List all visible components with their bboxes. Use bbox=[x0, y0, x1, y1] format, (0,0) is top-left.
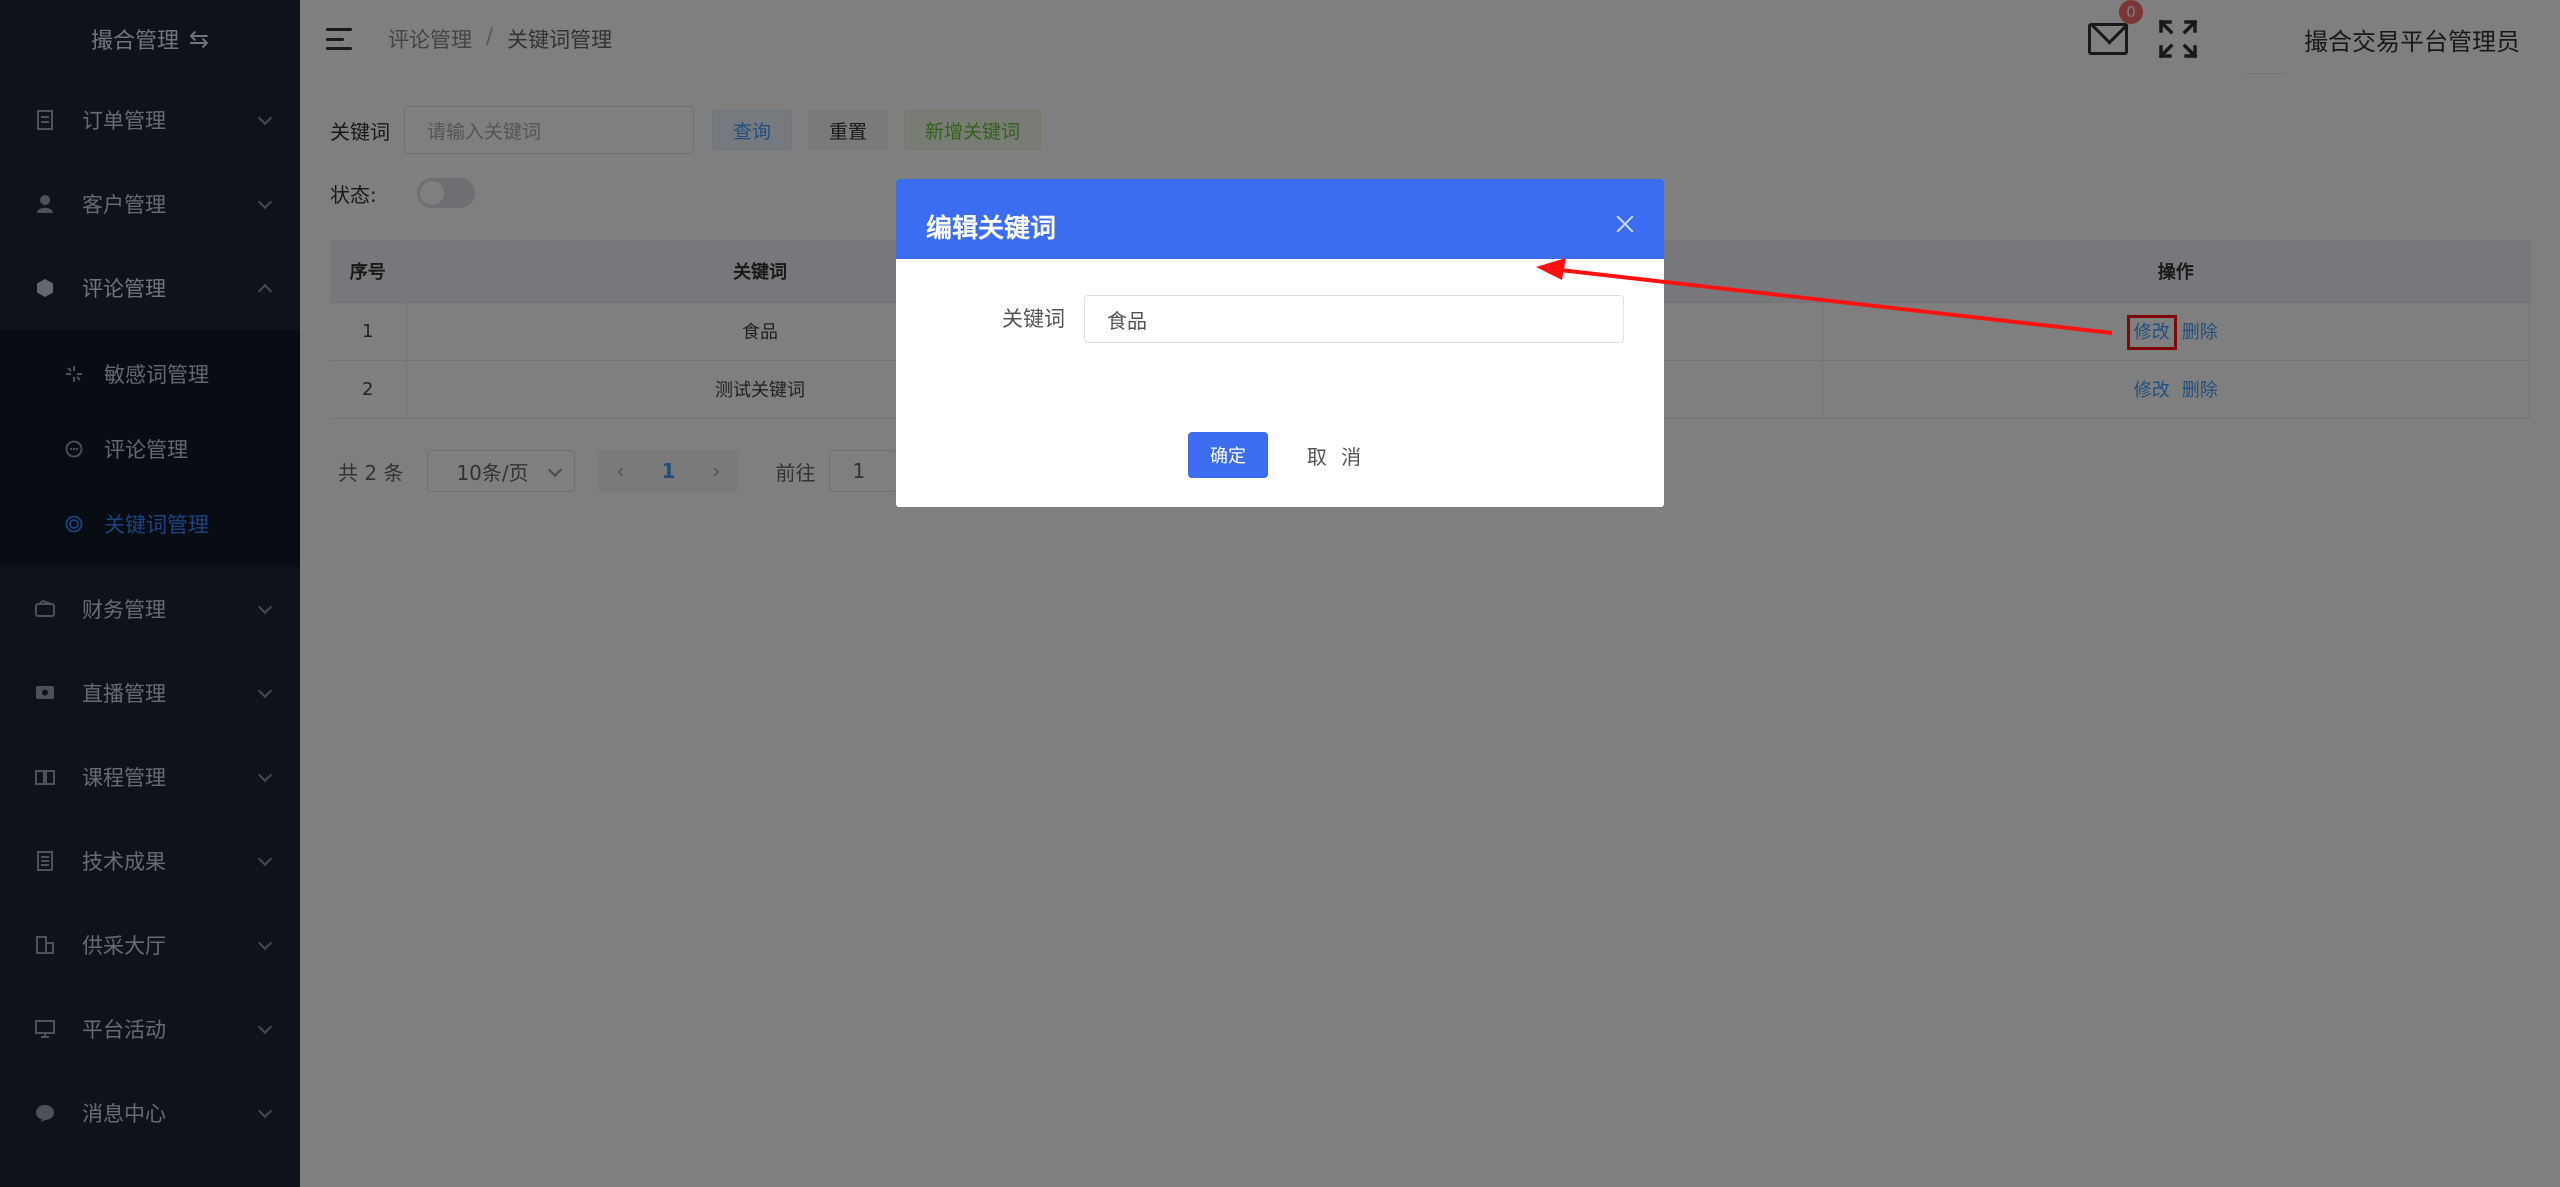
dialog-header: 编辑关键词 bbox=[896, 179, 1664, 259]
keyword-field[interactable]: 食品 bbox=[1084, 295, 1624, 343]
confirm-button[interactable]: 确定 bbox=[1188, 432, 1268, 478]
keyword-field-label: 关键词 bbox=[1002, 307, 1065, 331]
close-icon[interactable] bbox=[1616, 215, 1634, 233]
dialog-title: 编辑关键词 bbox=[926, 213, 1057, 244]
edit-keyword-dialog: 编辑关键词 关键词 食品 确定 取 消 bbox=[896, 179, 1664, 507]
dialog-body: 关键词 食品 确定 取 消 bbox=[896, 259, 1664, 507]
cancel-button[interactable]: 取 消 bbox=[1296, 432, 1376, 478]
